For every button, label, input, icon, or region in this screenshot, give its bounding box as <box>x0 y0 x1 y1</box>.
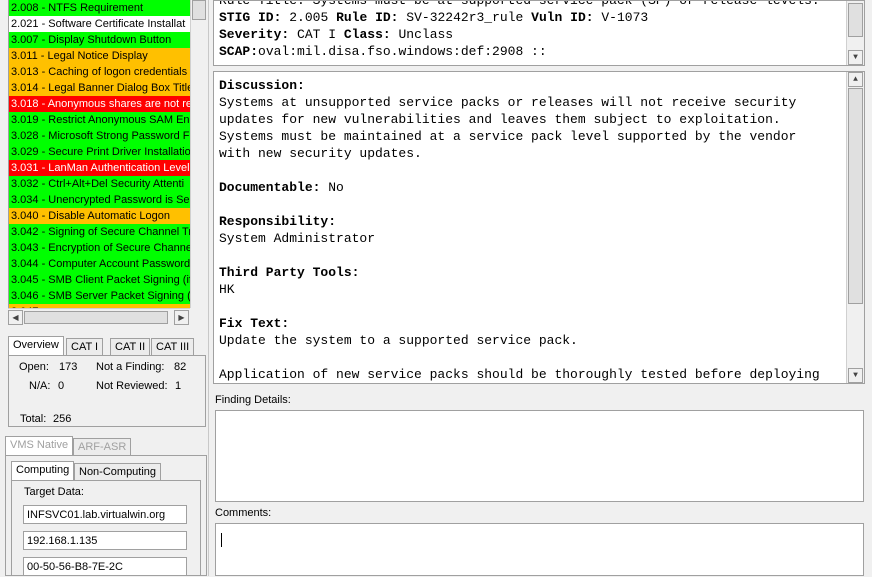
target-data-title: Target Data: <box>24 486 84 498</box>
severity-line: Severity: CAT I Class: Unclass <box>219 27 454 42</box>
rule-list-item[interactable]: 3.034 - Unencrypted Password is Ser <box>9 192 191 208</box>
rule-title-line: Rule Title: Systems must be at supported… <box>219 0 820 8</box>
outer-tabs: VMS Native ARF-ASR <box>5 436 205 456</box>
fix-text-value: Update the system to a supported service… <box>219 333 578 348</box>
rule-list-hscroll-thumb[interactable] <box>24 311 168 324</box>
discussion-box[interactable]: Discussion: Systems at unsupported servi… <box>213 71 865 384</box>
discussion-line-1: Systems at unsupported service packs or … <box>219 95 797 110</box>
third-party-tools-value: HK <box>219 282 235 297</box>
scap-line: SCAP:oval:mil.disa.fso.windows:def:2908 … <box>219 44 547 59</box>
not-a-finding-value: 82 <box>174 361 187 373</box>
comments-textarea[interactable] <box>215 523 864 576</box>
na-value: 0 <box>58 380 65 392</box>
total-label: Total: <box>20 413 47 425</box>
ip-field[interactable]: 192.168.1.135 <box>23 531 187 550</box>
rule-list-item[interactable]: 3.019 - Restrict Anonymous SAM Enu <box>9 112 191 128</box>
scroll-left-icon[interactable]: ◀ <box>8 310 23 325</box>
rule-list-item[interactable]: 3.018 - Anonymous shares are not re <box>9 96 191 112</box>
mac-field[interactable]: 00-50-56-B8-7E-2C <box>23 557 187 576</box>
tab-cat-iii[interactable]: CAT III <box>151 338 195 356</box>
rule-list-item[interactable]: 3.043 - Encryption of Secure Channe <box>9 240 191 256</box>
scroll-down-icon[interactable]: ▼ <box>848 50 863 65</box>
scroll-right-icon[interactable]: ▶ <box>174 310 189 325</box>
open-value: 173 <box>59 361 78 373</box>
rule-list-item[interactable]: 2.008 - NTFS Requirement <box>9 0 191 16</box>
tab-cat-ii[interactable]: CAT II <box>110 338 151 356</box>
na-label: N/A: <box>29 380 51 392</box>
rule-list-item[interactable]: 3.044 - Computer Account Password <box>9 256 191 272</box>
tab-arf-asr[interactable]: ARF-ASR <box>73 438 132 456</box>
rule-list-item[interactable]: 3.013 - Caching of logon credentials <box>9 64 191 80</box>
text-cursor <box>221 533 222 547</box>
responsibility-heading: Responsibility: <box>219 214 337 229</box>
rule-ids-line: STIG ID: 2.005 Rule ID: SV-32242r3_rule … <box>219 10 649 25</box>
rule-list-item[interactable]: 3.045 - SMB Client Packet Signing (if <box>9 272 191 288</box>
rule-list-vscroll[interactable] <box>190 0 207 308</box>
rule-list-item[interactable]: 3.032 - Ctrl+Alt+Del Security Attenti <box>9 176 191 192</box>
rule-list-item[interactable]: 3.046 - SMB Server Packet Signing (if <box>9 288 191 304</box>
rule-list-item[interactable]: 3.040 - Disable Automatic Logon <box>9 208 191 224</box>
summary-tabs: Overview CAT I CAT II CAT III <box>8 336 206 356</box>
tab-non-computing[interactable]: Non-Computing <box>74 463 162 481</box>
rule-list-hscroll[interactable]: ◀ ▶ <box>8 308 190 326</box>
scroll-up-icon[interactable]: ▲ <box>848 72 863 87</box>
documentable-line: Documentable: No <box>219 180 344 195</box>
rule-header-box[interactable]: Rule Title: Systems must be at supported… <box>213 0 865 66</box>
open-label: Open: <box>19 361 49 373</box>
rule-header-vscroll[interactable]: ▼ <box>846 1 864 65</box>
rule-list-item[interactable]: 3.042 - Signing of Secure Channel Tr <box>9 224 191 240</box>
rule-list-item[interactable]: 3.011 - Legal Notice Display <box>9 48 191 64</box>
discussion-line-4: with new security updates. <box>219 146 422 161</box>
hostname-field[interactable]: INFSVC01.lab.virtualwin.org <box>23 505 187 524</box>
rule-list[interactable]: 2.008 - NTFS Requirement 2.021 - Software… <box>8 0 191 308</box>
rule-list-item[interactable]: 3.031 - LanMan Authentication Level <box>9 160 191 176</box>
discussion-heading: Discussion: <box>219 78 305 93</box>
not-reviewed-label: Not Reviewed: <box>96 380 168 392</box>
fix-text-heading: Fix Text: <box>219 316 290 331</box>
rule-list-item[interactable]: 3.014 - Legal Banner Dialog Box Title <box>9 80 191 96</box>
discussion-line-3: Systems must be maintained at a service … <box>219 129 797 144</box>
discussion-vscroll-thumb[interactable] <box>848 88 863 304</box>
rule-header-cutoff-line: ... <box>219 60 820 65</box>
discussion-line-2: updates for new vulnerabilities and leav… <box>219 112 781 127</box>
finding-details-label: Finding Details: <box>215 394 291 406</box>
rule-list-item[interactable]: 3.028 - Microsoft Strong Password Fi <box>9 128 191 144</box>
tab-vms-native[interactable]: VMS Native <box>5 436 74 456</box>
scroll-down-icon[interactable]: ▼ <box>848 368 863 383</box>
rule-list-item[interactable]: 3.029 - Secure Print Driver Installatio <box>9 144 191 160</box>
fix-text-more: Application of new service packs should … <box>219 367 820 382</box>
rule-list-item[interactable]: 3.007 - Display Shutdown Button <box>9 32 191 48</box>
total-value: 256 <box>53 413 72 425</box>
tab-cat-i[interactable]: CAT I <box>66 338 104 356</box>
summary-panel: Open: 173 N/A: 0 Not a Finding: 82 Not R… <box>8 355 206 427</box>
target-tabs: Computing Non-Computing <box>11 461 201 481</box>
tab-computing[interactable]: Computing <box>11 461 75 481</box>
responsibility-value: System Administrator <box>219 231 376 246</box>
third-party-tools-heading: Third Party Tools: <box>219 265 360 280</box>
comments-label: Comments: <box>215 507 272 519</box>
not-reviewed-value: 1 <box>175 380 182 392</box>
discussion-vscroll[interactable]: ▲ ▼ <box>846 72 864 383</box>
not-a-finding-label: Not a Finding: <box>96 361 165 373</box>
rule-list-item[interactable]: 2.021 - Software Certificate Installat <box>9 16 191 32</box>
tab-overview[interactable]: Overview <box>8 336 64 356</box>
rule-list-vscroll-thumb[interactable] <box>192 0 206 20</box>
finding-details-textarea[interactable] <box>215 410 864 502</box>
rule-header-vscroll-thumb[interactable] <box>848 3 863 37</box>
